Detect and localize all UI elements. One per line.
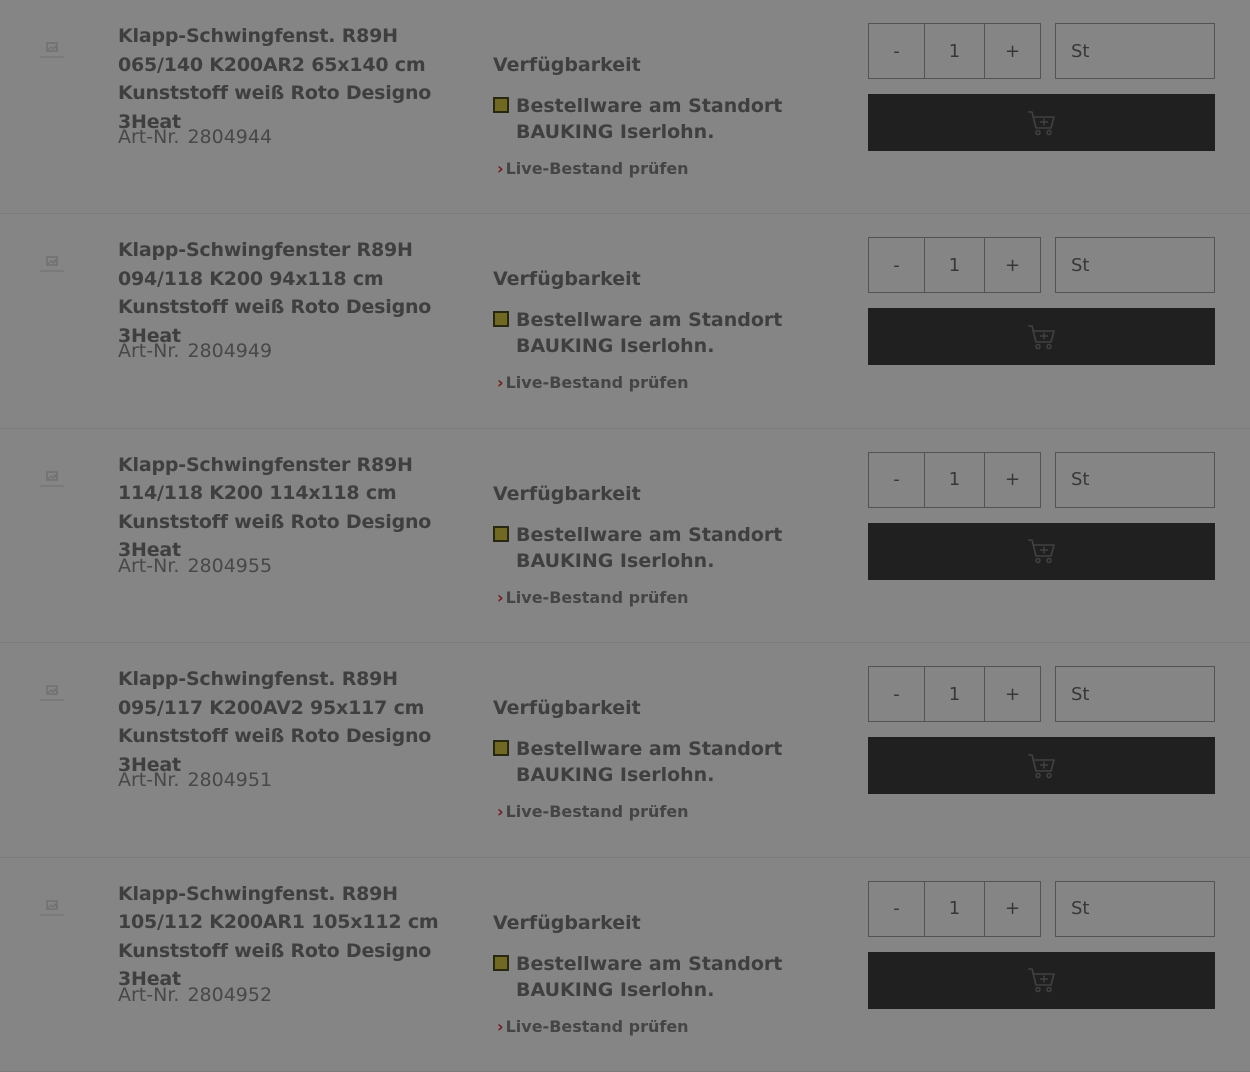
page: Klapp-Schwingfenst. R89H 065/140 K200AR2… (0, 0, 1250, 1072)
modal-backdrop-overlay[interactable] (0, 0, 1250, 1072)
